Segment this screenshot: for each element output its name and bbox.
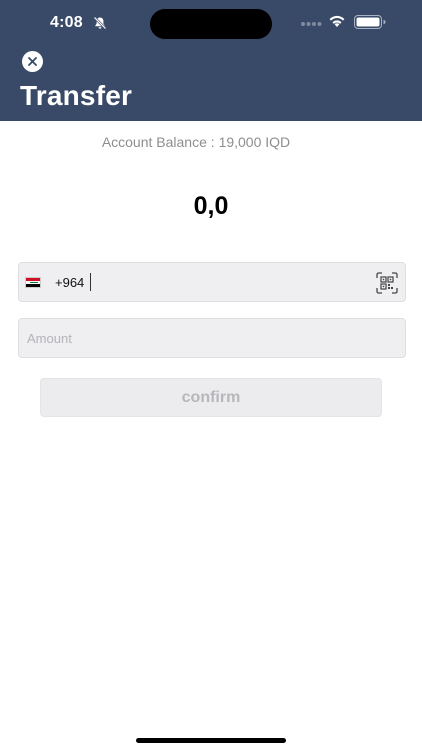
status-time: 4:08 [50, 14, 83, 31]
header: 4:08 Transfer [0, 0, 422, 121]
phone-number-field[interactable]: +964 [18, 262, 406, 302]
dynamic-island [150, 9, 272, 39]
amount-input[interactable] [18, 318, 406, 358]
amount-display: 0,0 [193, 192, 229, 220]
account-balance: Account Balance : 19,000 IQD [0, 134, 392, 150]
wifi-icon [329, 15, 345, 27]
home-indicator[interactable] [136, 738, 286, 743]
iraq-flag-icon[interactable] [25, 277, 41, 288]
bell-slash-icon [93, 16, 107, 30]
phone-prefix[interactable]: +964 [55, 275, 84, 290]
close-button[interactable] [22, 51, 43, 72]
text-cursor [90, 273, 91, 291]
signal-icon [301, 22, 322, 26]
close-icon [28, 57, 37, 66]
balance-label: Account Balance : [101, 134, 215, 150]
qr-scan-icon[interactable] [376, 272, 398, 294]
status-bar: 4:08 [0, 0, 422, 46]
transfer-screen: 4:08 Transfer Account Balance: 19,000 I… [0, 0, 422, 750]
confirm-button[interactable]: confirm [40, 378, 382, 417]
battery-icon [354, 15, 386, 29]
page-title: Transfer [20, 80, 133, 111]
balance-value: 19,000 IQD [218, 134, 291, 150]
